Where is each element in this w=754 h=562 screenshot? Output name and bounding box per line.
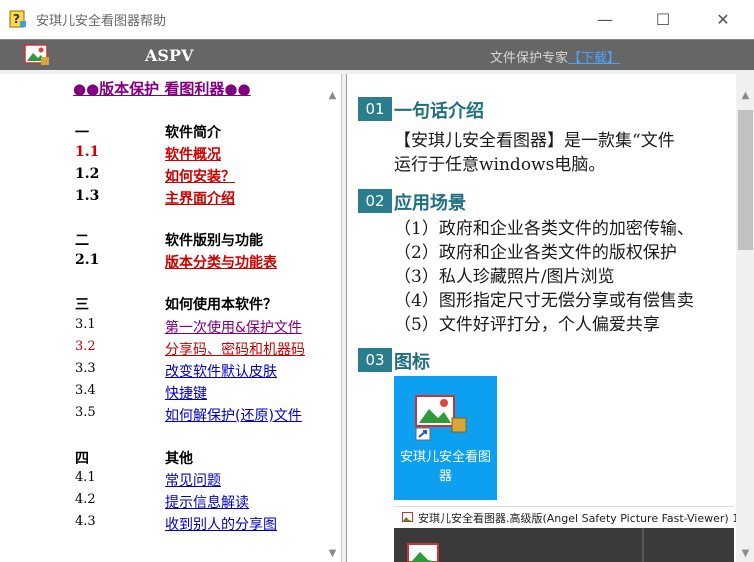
download-link[interactable]: 【下载】 (568, 51, 620, 66)
toc-link[interactable]: 分享码、密码和机器码 (165, 339, 305, 359)
content-scrollbar[interactable]: ▲ ▼ (736, 74, 754, 562)
scenario-line: （4）图形指定尺寸无偿分享或有偿售卖 (394, 291, 694, 311)
scenario-line: （3）私人珍藏照片/图片浏览 (394, 267, 615, 287)
toc-num: 3.3 (75, 361, 96, 376)
toc-link[interactable]: 常见问题 (165, 470, 221, 490)
scenario-line: （1）政府和企业各类文件的加密传输、 (394, 219, 694, 239)
toc-num: 1.3 (75, 188, 100, 204)
toc-link[interactable]: 如何安装？ (165, 166, 235, 186)
desktop-icon-preview: 安琪儿安全看图器 (394, 376, 497, 500)
scenario-line: （2）政府和企业各类文件的版权保护 (394, 243, 677, 263)
section-number: 03 (358, 348, 392, 372)
toc-num: 3.1 (75, 317, 96, 332)
toc-link[interactable]: 快捷键 (165, 383, 207, 403)
content-pane: 01 一句话介绍 【安琪儿安全看图器】是一款集“文件 运行于任意windows电… (346, 74, 754, 562)
toc-link[interactable]: 主界面介绍 (165, 188, 235, 208)
toc-num: 1.2 (75, 166, 100, 182)
toc-section-title: 如何使用本软件？ (165, 297, 277, 313)
section-number: 02 (358, 189, 392, 213)
help-question-icon: ? (9, 10, 26, 28)
toc-link[interactable]: 改变软件默认皮肤 (165, 361, 277, 381)
aspv-shortcut-icon (415, 395, 467, 441)
close-button[interactable]: ✕ (693, 0, 753, 39)
toc-section-title: 软件版别与功能 (165, 233, 263, 249)
toc-num: 四 (75, 451, 89, 467)
toc-link[interactable]: 提示信息解读 (165, 492, 249, 512)
screenshot-body (394, 528, 734, 562)
toc-num: 3.2 (75, 339, 96, 354)
toc-section-title: 其他 (165, 451, 193, 467)
desktop-icon-label: 安琪儿安全看图器 (399, 450, 491, 484)
title-bar: ? 安琪儿安全看图器帮助 — ☐ ✕ (0, 0, 754, 39)
toc-link[interactable]: 版本分类与功能表 (165, 252, 277, 272)
toc-num: 4.3 (75, 514, 96, 529)
maximize-button[interactable]: ☐ (633, 0, 693, 39)
svg-text:?: ? (13, 12, 20, 26)
divider (642, 528, 644, 562)
toc-link[interactable]: 软件概况 (165, 144, 221, 164)
section-title: 一句话介绍 (394, 101, 484, 122)
toc-num: 一 (75, 125, 89, 141)
aspv-logo-icon (407, 543, 439, 562)
toc-num: 3.4 (75, 383, 96, 398)
chevron-up-icon[interactable]: ▲ (736, 86, 754, 104)
toc-header-link[interactable]: ●●版本保护 看图利器●● (73, 78, 251, 99)
toc-link[interactable]: 如何解保护(还原)文件 (165, 405, 302, 425)
intro-line: 【安琪儿安全看图器】是一款集“文件 (394, 131, 675, 151)
tagline-text: 文件保护专家 (490, 51, 569, 66)
toc-pane: ●●版本保护 看图利器●● 一 软件简介 1.1 软件概况 1.2 如何安装？ … (3, 74, 342, 562)
scroll-thumb[interactable] (738, 110, 753, 250)
top-banner: ASPV 文件保护专家【下载】 (0, 39, 754, 70)
app-name: ASPV (145, 46, 194, 65)
section-number: 01 (358, 97, 392, 121)
chevron-down-icon[interactable]: ▼ (736, 544, 754, 562)
chevron-down-icon[interactable]: ▼ (323, 544, 341, 562)
screenshot-titlebar: 安琪儿安全看图器.高级版(Angel Safety Picture Fast-V… (394, 506, 750, 528)
window-title: 安琪儿安全看图器帮助 (36, 14, 167, 29)
toc-scrollbar[interactable]: ▲ ▼ (323, 74, 341, 562)
chevron-up-icon[interactable]: ▲ (323, 86, 341, 104)
toc-num: 1.1 (75, 144, 100, 160)
minimize-button[interactable]: — (575, 0, 635, 39)
section-title: 应用场景 (394, 193, 466, 214)
toc-num: 4.1 (75, 470, 96, 485)
toc-num: 三 (75, 297, 89, 313)
aspv-small-icon (402, 512, 413, 522)
aspv-logo-icon (24, 44, 49, 65)
scenario-line: （5）文件好评打分，个人偏爱共享 (394, 315, 660, 335)
toc-num: 2.1 (75, 252, 100, 268)
banner-tagline: 文件保护专家【下载】 (490, 47, 620, 66)
toc-num: 二 (75, 233, 89, 249)
toc-num: 4.2 (75, 492, 96, 507)
screenshot-title: 安琪儿安全看图器.高级版(Angel Safety Picture Fast-V… (418, 512, 750, 525)
toc-section-title: 软件简介 (165, 125, 221, 141)
section-title: 图标 (394, 352, 430, 373)
toc-link[interactable]: 收到别人的分享图 (165, 514, 277, 534)
toc-link[interactable]: 第一次使用&保护文件 (165, 317, 302, 337)
intro-line: 运行于任意windows电脑。 (394, 155, 606, 175)
toc-num: 3.5 (75, 405, 96, 420)
